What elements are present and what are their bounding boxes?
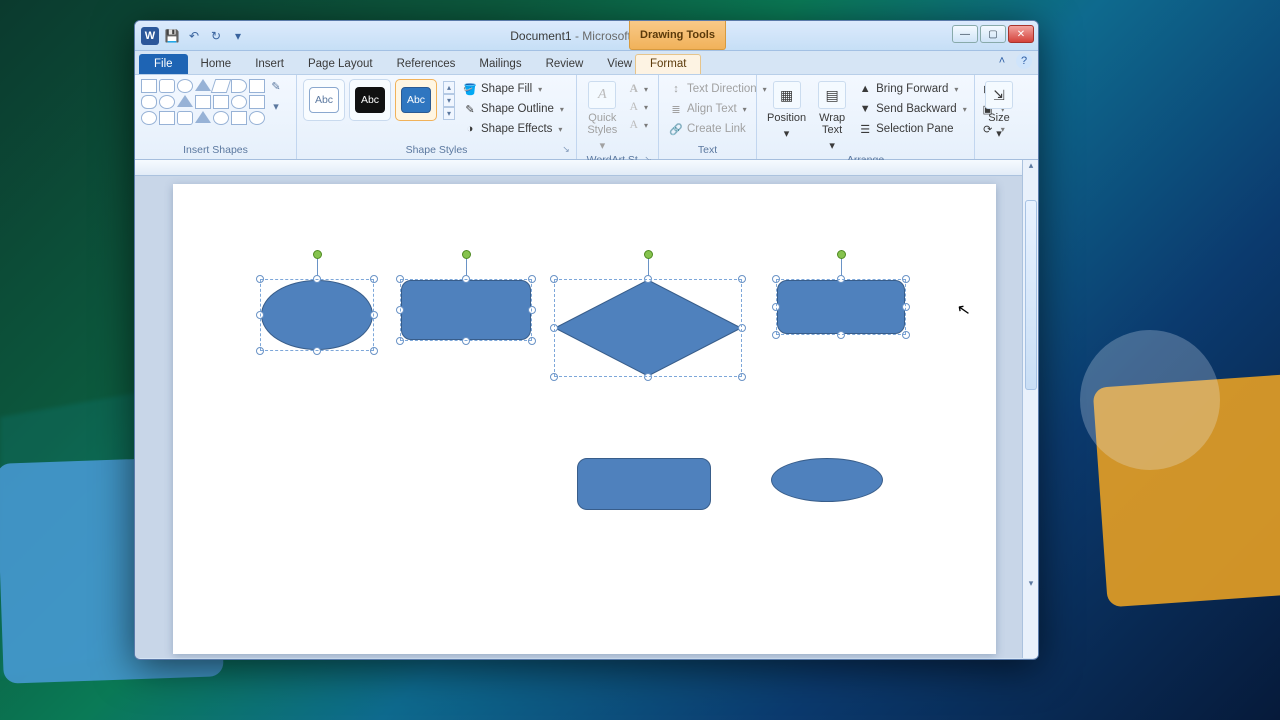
shape-outline-button[interactable]: ✎Shape Outline▾ <box>459 100 568 118</box>
send-backward-icon: ▼ <box>858 102 872 116</box>
group-label-size <box>981 142 1009 159</box>
text-outline-button[interactable]: A▾ <box>626 99 652 115</box>
ribbon-tabs: File Home Insert Page Layout References … <box>135 51 1038 74</box>
position-icon: ▦ <box>773 81 801 109</box>
word-window: W 💾 ↶ ↻ ▾ Document1 - Microsoft Word Dra… <box>134 20 1039 660</box>
size-icon: ⇲ <box>985 81 1013 109</box>
tab-mailings[interactable]: Mailings <box>468 54 532 74</box>
group-insert-shapes: ✎ ▾ Insert Shapes <box>135 75 297 159</box>
rotate-handle-icon[interactable] <box>462 250 471 259</box>
shape-fill-button[interactable]: 🪣Shape Fill▾ <box>459 80 568 98</box>
rotate-handle-icon[interactable] <box>644 250 653 259</box>
shape-style-3-selected[interactable]: Abc <box>395 79 437 121</box>
shape-styles-launcher-icon[interactable]: ↘ <box>560 144 572 156</box>
shape-diamond-selected[interactable] <box>555 280 741 376</box>
document-area: ▴ ▾ ↖ <box>135 160 1038 658</box>
selection-pane-icon: ☰ <box>858 122 872 136</box>
quick-styles-button[interactable]: A Quick Styles▾ <box>583 77 622 152</box>
contextual-tab-header: Drawing Tools <box>629 21 726 50</box>
window-title: Document1 - Microsoft Word <box>135 29 1038 43</box>
tab-insert[interactable]: Insert <box>244 54 295 74</box>
qat-redo-button[interactable]: ↻ <box>207 27 225 45</box>
wrap-text-icon: ▤ <box>818 81 846 109</box>
quick-access-toolbar: W 💾 ↶ ↻ ▾ <box>135 27 247 45</box>
qat-undo-button[interactable]: ↶ <box>185 27 203 45</box>
shapes-gallery[interactable] <box>141 77 265 125</box>
qat-customize-button[interactable]: ▾ <box>229 27 247 45</box>
group-label-text: Text <box>665 142 750 159</box>
scrollbar-thumb[interactable] <box>1025 200 1037 390</box>
group-size: ⇲Size▾ <box>975 75 1015 159</box>
title-bar: W 💾 ↶ ↻ ▾ Document1 - Microsoft Word Dra… <box>135 21 1038 51</box>
shape-style-1[interactable]: Abc <box>303 79 345 121</box>
shape-rounded-rect-2-selected[interactable] <box>777 280 905 334</box>
selection-pane-button[interactable]: ☰Selection Pane <box>854 120 971 138</box>
shape-rounded-rect-1-selected[interactable] <box>401 280 531 340</box>
link-icon: 🔗 <box>669 122 683 136</box>
group-wordart-styles: A Quick Styles▾ A▾ A▾ A▾ WordArt St…↘ <box>577 75 659 159</box>
create-link-button[interactable]: 🔗Create Link <box>665 120 771 138</box>
shapes-more-button[interactable]: ▾ <box>269 99 283 113</box>
shape-ellipse-1-selected[interactable] <box>261 280 373 350</box>
text-direction-icon: ↕ <box>669 82 683 96</box>
window-maximize-button[interactable]: ▢ <box>980 25 1006 43</box>
bring-forward-icon: ▲ <box>858 82 872 96</box>
shape-style-gallery[interactable]: Abc Abc Abc ▴▾▾ <box>303 77 455 121</box>
word-app-icon: W <box>141 27 159 45</box>
align-text-button[interactable]: ≣Align Text▾ <box>665 100 771 118</box>
window-close-button[interactable]: ✕ <box>1008 25 1034 43</box>
text-direction-button[interactable]: ↕Text Direction▾ <box>665 80 771 98</box>
position-button[interactable]: ▦Position▾ <box>763 77 810 140</box>
rotate-handle-icon[interactable] <box>837 250 846 259</box>
horizontal-ruler[interactable] <box>135 160 1038 176</box>
shape-style-scroll[interactable]: ▴▾▾ <box>443 81 455 120</box>
bring-forward-button[interactable]: ▲Bring Forward▾ <box>854 80 971 98</box>
shape-style-2[interactable]: Abc <box>349 79 391 121</box>
shape-ellipse-2[interactable] <box>771 458 883 502</box>
bucket-icon: 🪣 <box>463 82 477 96</box>
tab-page-layout[interactable]: Page Layout <box>297 54 384 74</box>
tab-review[interactable]: Review <box>535 54 595 74</box>
group-arrange: ▦Position▾ ▤Wrap Text▾ ▲Bring Forward▾ ▼… <box>757 75 975 159</box>
quick-styles-icon: A <box>588 81 616 109</box>
minimize-ribbon-button[interactable]: ˄ <box>994 53 1010 69</box>
shape-rounded-rect-3[interactable] <box>577 458 711 510</box>
document-name: Document1 <box>510 29 571 43</box>
text-effects-button[interactable]: A▾ <box>626 117 652 133</box>
shape-effects-button[interactable]: ◑Shape Effects▾ <box>459 120 568 138</box>
group-shape-styles: Abc Abc Abc ▴▾▾ 🪣Shape Fill▾ ✎Shape Outl… <box>297 75 577 159</box>
vertical-scrollbar[interactable]: ▴ ▾ <box>1022 160 1038 658</box>
rotate-handle-icon[interactable] <box>313 250 322 259</box>
qat-save-button[interactable]: 💾 <box>163 27 181 45</box>
tab-format[interactable]: Format <box>635 54 701 74</box>
wrap-text-button[interactable]: ▤Wrap Text▾ <box>814 77 850 152</box>
edit-shape-button[interactable]: ✎ <box>269 79 283 93</box>
tab-home[interactable]: Home <box>190 54 243 74</box>
help-button[interactable]: ? <box>1016 53 1032 69</box>
group-label-insert-shapes: Insert Shapes <box>141 142 290 159</box>
pencil-icon: ✎ <box>463 102 477 116</box>
text-fill-button[interactable]: A▾ <box>626 81 652 97</box>
size-button[interactable]: ⇲Size▾ <box>981 77 1017 140</box>
align-text-icon: ≣ <box>669 102 683 116</box>
send-backward-button[interactable]: ▼Send Backward▾ <box>854 100 971 118</box>
effects-icon: ◑ <box>463 122 477 136</box>
document-page[interactable] <box>173 184 996 654</box>
tab-references[interactable]: References <box>386 54 467 74</box>
window-minimize-button[interactable]: — <box>952 25 978 43</box>
tab-file[interactable]: File <box>139 54 188 74</box>
group-label-shape-styles: Shape Styles↘ <box>303 142 570 159</box>
ribbon: ✎ ▾ Insert Shapes Abc Abc Abc ▴▾▾ 🪣 <box>135 74 1038 160</box>
group-text: ↕Text Direction▾ ≣Align Text▾ 🔗Create Li… <box>659 75 757 159</box>
